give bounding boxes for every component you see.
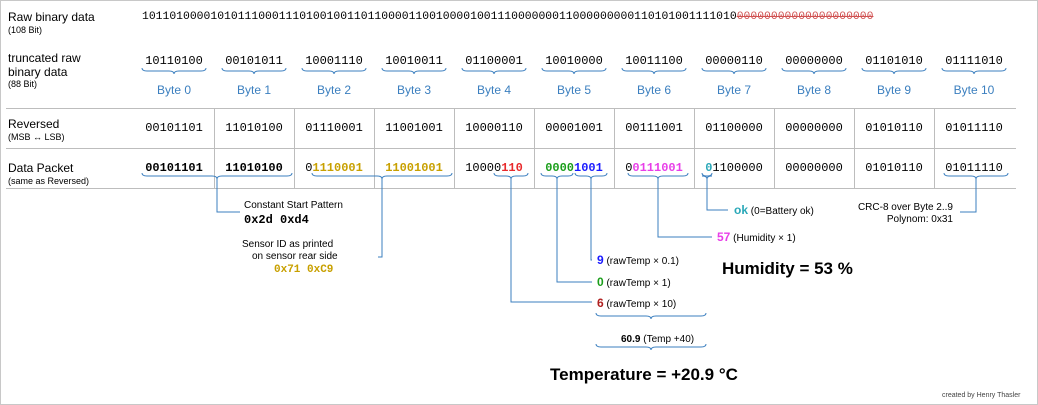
byte-brace-7 xyxy=(701,67,767,75)
humidity-leader xyxy=(657,179,712,238)
humidity-value: 57 xyxy=(717,230,731,244)
temp-tens-annotation: 6 (rawTemp × 10) xyxy=(597,297,676,311)
temp-tenth-value: 9 xyxy=(597,253,604,267)
byte-brace-10 xyxy=(941,67,1007,75)
temp-sum-note: (Temp +40) xyxy=(643,334,695,345)
crc-label-1: CRC-8 over Byte 2..9 xyxy=(857,202,953,213)
humidity-note: (Humidity × 1) xyxy=(733,233,796,244)
sensor-id-value: 0x71 0xC9 xyxy=(274,264,334,276)
battery-annotation: ok (0=Battery ok) xyxy=(734,204,814,218)
temp-sum-value: 60.9 xyxy=(621,334,641,345)
temp-tenth-annotation: 9 (rawTemp × 0.1) xyxy=(597,254,679,268)
byte-brace-0 xyxy=(141,67,207,75)
credit-text: created by Henry Thasler xyxy=(942,392,1021,399)
start-pattern-label: Constant Start Pattern xyxy=(244,200,343,211)
sensor-id-label-2: on sensor rear side xyxy=(252,251,338,262)
battery-brace xyxy=(701,172,713,180)
battery-value: ok xyxy=(734,203,749,217)
byte-brace-4 xyxy=(461,67,527,75)
temp-units-leader xyxy=(556,179,592,283)
temp-tenths-leader xyxy=(590,179,592,261)
byte-brace-3 xyxy=(381,67,447,75)
byte-brace-6 xyxy=(621,67,687,75)
sensor-id-brace xyxy=(311,172,453,180)
temp-unit-note: (rawTemp × 1) xyxy=(606,278,671,289)
temp-sum-annotation: 60.9 (Temp +40) xyxy=(621,334,694,346)
crc-label-2: Polynom: 0x31 xyxy=(886,214,953,225)
temp-unit-value: 0 xyxy=(597,275,604,289)
sensor-id-label-1: Sensor ID as printed xyxy=(242,239,334,250)
temp-unit-annotation: 0 (rawTemp × 1) xyxy=(597,276,671,290)
byte-brace-8 xyxy=(781,67,847,75)
start-pattern-value: 0x2d 0xd4 xyxy=(244,213,309,227)
byte-brace-5 xyxy=(541,67,607,75)
start-pattern-brace xyxy=(141,172,293,180)
temp-tenth-note: (rawTemp × 0.1) xyxy=(606,256,679,267)
battery-note: (0=Battery ok) xyxy=(750,206,814,217)
byte-brace-9 xyxy=(861,67,927,75)
crc-leader xyxy=(960,179,977,213)
byte-brace-1 xyxy=(221,67,287,75)
humidity-result: Humidity = 53 % xyxy=(722,259,853,278)
temp-tens-value: 6 xyxy=(597,296,604,310)
temp-tens-leader xyxy=(510,179,592,303)
crc-brace xyxy=(943,172,1009,180)
battery-leader xyxy=(706,179,728,211)
temp-tens-note: (rawTemp × 10) xyxy=(606,299,677,310)
temp-units-brace xyxy=(540,172,574,180)
humidity-brace xyxy=(627,172,689,180)
byte-brace-2 xyxy=(301,67,367,75)
start-pattern-leader xyxy=(216,179,240,213)
sensor-id-leader xyxy=(380,179,383,258)
temp-tenths-brace xyxy=(574,172,608,180)
temp-tens-brace xyxy=(493,172,529,180)
temperature-result: Temperature = +20.9 °C xyxy=(550,365,738,384)
temp-sum-brace xyxy=(595,312,707,320)
humidity-annotation: 57 (Humidity × 1) xyxy=(717,231,796,245)
